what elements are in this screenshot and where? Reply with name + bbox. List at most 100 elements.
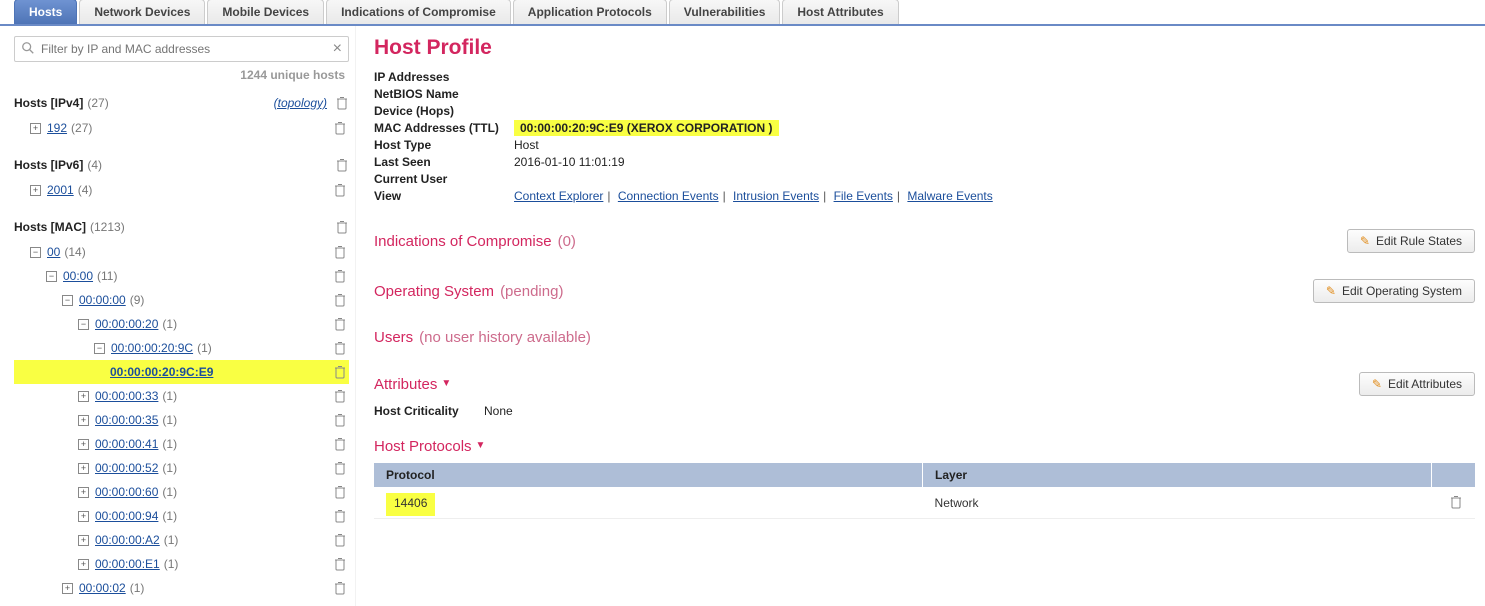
trash-icon[interactable] — [333, 483, 347, 501]
expand-icon[interactable]: + — [78, 391, 89, 402]
trash-icon[interactable] — [333, 411, 347, 429]
tab-host-attributes[interactable]: Host Attributes — [782, 0, 898, 24]
tree-link[interactable]: 00:00:00:33 — [95, 386, 158, 406]
expand-icon[interactable]: + — [78, 415, 89, 426]
tab-application-protocols[interactable]: Application Protocols — [513, 0, 667, 24]
trash-icon[interactable] — [333, 531, 347, 549]
tree-count: (1) — [130, 578, 145, 598]
search-icon — [21, 41, 35, 58]
tree-link[interactable]: 00:00:00:94 — [95, 506, 158, 526]
tab-hosts[interactable]: Hosts — [14, 0, 77, 24]
trash-icon[interactable] — [333, 119, 347, 137]
triangle-down-icon[interactable]: ▼ — [441, 378, 451, 389]
trash-icon[interactable] — [335, 218, 349, 236]
topology-link[interactable]: (topology) — [274, 96, 327, 110]
trash-icon[interactable] — [335, 94, 349, 112]
tree-link[interactable]: 00:00:00:20 — [95, 314, 158, 334]
edit-rule-states-button[interactable]: ✎Edit Rule States — [1347, 229, 1475, 253]
expand-icon[interactable]: + — [78, 511, 89, 522]
tab-network-devices[interactable]: Network Devices — [79, 0, 205, 24]
tree-link[interactable]: 00:00:00:35 — [95, 410, 158, 430]
link-context-explorer[interactable]: Context Explorer — [514, 189, 603, 203]
trash-icon[interactable] — [333, 363, 347, 381]
tree-link[interactable]: 192 — [47, 118, 67, 138]
btn-label: Edit Operating System — [1342, 284, 1462, 298]
tree-count: (1) — [162, 506, 177, 526]
tree-count: (1) — [197, 338, 212, 358]
trash-icon[interactable] — [335, 156, 349, 174]
expand-icon[interactable]: + — [78, 535, 89, 546]
tree-link[interactable]: 00:00:00 — [79, 290, 126, 310]
clear-icon[interactable]: × — [333, 40, 342, 58]
section-host-protocols: Host Protocols — [374, 438, 472, 455]
trash-icon[interactable] — [333, 267, 347, 285]
collapse-icon[interactable]: − — [30, 247, 41, 258]
expand-icon[interactable]: + — [78, 463, 89, 474]
th-layer[interactable]: Layer — [923, 463, 1431, 487]
tree-node: +00:00:00:35(1) — [14, 408, 349, 432]
edit-attributes-button[interactable]: ✎Edit Attributes — [1359, 372, 1475, 396]
tree-count: (1) — [162, 314, 177, 334]
link-connection-events[interactable]: Connection Events — [618, 189, 719, 203]
trash-icon[interactable] — [333, 315, 347, 333]
cell-delete — [1431, 487, 1475, 519]
expand-icon[interactable]: + — [62, 583, 73, 594]
trash-icon[interactable] — [333, 459, 347, 477]
collapse-icon[interactable]: − — [62, 295, 73, 306]
edit-os-button[interactable]: ✎Edit Operating System — [1313, 279, 1475, 303]
tree-link[interactable]: 00:00:00:52 — [95, 458, 158, 478]
tree-link[interactable]: 00 — [47, 242, 60, 262]
tab-vulnerabilities[interactable]: Vulnerabilities — [669, 0, 781, 24]
tree-link[interactable]: 00:00:00:A2 — [95, 530, 160, 550]
tree-link[interactable]: 00:00:00:20:9C — [111, 338, 193, 358]
trash-icon[interactable] — [1449, 493, 1463, 511]
tree-node: +00:00:00:41 (1) — [14, 432, 349, 456]
tree-link[interactable]: 00:00:00:E1 — [95, 554, 160, 574]
link-file-events[interactable]: File Events — [834, 189, 893, 203]
tree-link[interactable]: 00:00:02 — [79, 578, 126, 598]
section-attributes: Attributes — [374, 376, 437, 393]
trash-icon[interactable] — [333, 387, 347, 405]
tab-mobile-devices[interactable]: Mobile Devices — [207, 0, 324, 24]
collapse-icon[interactable]: − — [78, 319, 89, 330]
prop-value — [514, 172, 1475, 186]
prop-label: NetBIOS Name — [374, 87, 514, 101]
tree-link[interactable]: 00:00:00:60 — [95, 482, 158, 502]
tree-node: − 00:00 (11) — [14, 264, 349, 288]
tree-node: − 00:00:00:20:9C (1) — [14, 336, 349, 360]
btn-label: Edit Attributes — [1388, 377, 1462, 391]
tree-count: (11) — [97, 266, 117, 286]
mac-group: Hosts [MAC] (1213) — [14, 218, 349, 236]
expand-icon[interactable]: + — [78, 487, 89, 498]
link-malware-events[interactable]: Malware Events — [907, 189, 992, 203]
trash-icon[interactable] — [333, 339, 347, 357]
tree-link[interactable]: 2001 — [47, 180, 74, 200]
cell-protocol: 14406 — [374, 487, 923, 519]
attr-label: Host Criticality — [374, 404, 484, 418]
trash-icon[interactable] — [333, 555, 347, 573]
collapse-icon[interactable]: − — [94, 343, 105, 354]
trash-icon[interactable] — [333, 243, 347, 261]
filter-input[interactable] — [41, 42, 327, 56]
trash-icon[interactable] — [333, 435, 347, 453]
trash-icon[interactable] — [333, 181, 347, 199]
trash-icon[interactable] — [333, 579, 347, 597]
th-protocol[interactable]: Protocol — [374, 463, 923, 487]
tree-link[interactable]: 00:00:00:20:9C:E9 — [110, 362, 213, 382]
expand-icon[interactable]: + — [78, 559, 89, 570]
trash-icon[interactable] — [333, 291, 347, 309]
tree-link[interactable]: 00:00 — [63, 266, 93, 286]
expand-icon[interactable]: + — [30, 185, 41, 196]
expand-icon[interactable]: + — [78, 439, 89, 450]
tree-link[interactable]: 00:00:00:41 — [95, 434, 158, 454]
prop-value: 2016-01-10 11:01:19 — [514, 155, 1475, 169]
expand-icon[interactable]: + — [30, 123, 41, 134]
tree-count: (1) — [162, 434, 177, 454]
tab-ioc[interactable]: Indications of Compromise — [326, 0, 511, 24]
link-intrusion-events[interactable]: Intrusion Events — [733, 189, 819, 203]
tree-count: (1) — [162, 386, 177, 406]
triangle-down-icon[interactable]: ▼ — [476, 440, 486, 451]
host-properties: IP Addresses NetBIOS Name Device (Hops) … — [374, 70, 1475, 203]
collapse-icon[interactable]: − — [46, 271, 57, 282]
trash-icon[interactable] — [333, 507, 347, 525]
